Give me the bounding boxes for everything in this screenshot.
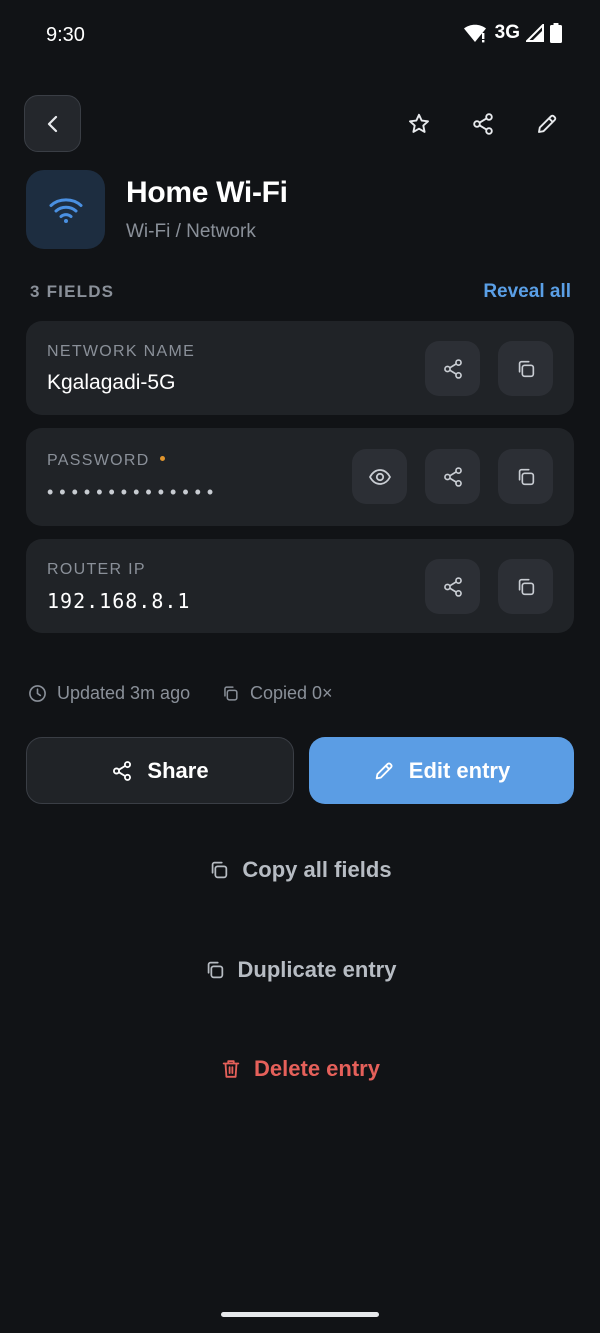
delete-label: Delete entry (254, 1056, 380, 1081)
copy-all-button[interactable]: Copy all fields (0, 845, 600, 895)
share-icon (471, 112, 495, 136)
updated-meta: Updated 3m ago (28, 683, 190, 704)
wifi-icon (463, 23, 487, 43)
updated-text: Updated 3m ago (57, 683, 191, 703)
share-icon (111, 760, 133, 782)
fields-count: 3 FIELDS (30, 282, 115, 301)
copied-meta: Copied 0× (221, 683, 333, 704)
field-value[interactable]: 192.168.8.1 (47, 589, 190, 613)
share-field-button[interactable] (425, 341, 480, 396)
eye-icon (368, 465, 392, 489)
share-icon (442, 358, 464, 380)
reveal-all-link[interactable]: Reveal all (483, 281, 571, 303)
reveal-password-button[interactable] (352, 449, 407, 504)
chevron-left-icon (42, 113, 64, 135)
entry-category: Wi-Fi / Network (126, 221, 256, 242)
share-entry-button[interactable] (463, 104, 503, 144)
field-label-text: PASSWORD (47, 452, 150, 469)
field-value-masked[interactable]: •••••••••••••• (47, 482, 219, 503)
edit-label: Edit entry (408, 757, 511, 783)
signal-icon (526, 24, 544, 42)
field-label: NETWORK NAME (47, 343, 196, 360)
entry-icon-tile (26, 170, 105, 249)
field-value[interactable]: Kgalagadi-5G (47, 371, 175, 395)
duplicate-label: Duplicate entry (237, 957, 397, 982)
copy-icon (221, 684, 240, 703)
pencil-icon (373, 760, 395, 782)
share-icon (442, 576, 464, 598)
copy-field-button[interactable] (498, 341, 553, 396)
copy-icon (208, 859, 230, 881)
star-icon (407, 112, 431, 136)
home-indicator[interactable] (221, 1312, 379, 1317)
delete-entry-button[interactable]: Delete entry (0, 1044, 600, 1094)
battery-icon (550, 23, 562, 43)
edit-icon-button[interactable] (527, 104, 567, 144)
share-field-button[interactable] (425, 559, 480, 614)
field-label: ROUTER IP (47, 561, 146, 578)
status-bar: 9:30 3G (0, 0, 600, 72)
clock-icon (28, 684, 47, 703)
share-label: Share (147, 757, 209, 783)
field-label: PASSWORD (47, 452, 165, 470)
share-button[interactable]: Share (26, 737, 294, 804)
copy-icon (515, 358, 537, 380)
entry-title: Home Wi-Fi (126, 176, 288, 209)
network-type: 3G (494, 22, 520, 43)
trash-icon (220, 1058, 242, 1080)
wifi-icon (49, 196, 83, 224)
duplicate-entry-button[interactable]: Duplicate entry (0, 945, 600, 995)
field-card-router-ip: ROUTER IP 192.168.8.1 (26, 539, 574, 633)
copy-field-button[interactable] (498, 559, 553, 614)
favorite-button[interactable] (399, 104, 439, 144)
copied-text: Copied 0× (250, 683, 333, 703)
status-time: 9:30 (46, 24, 85, 46)
share-field-button[interactable] (425, 449, 480, 504)
copy-field-button[interactable] (498, 449, 553, 504)
field-card-password: PASSWORD •••••••••••••• (26, 428, 574, 526)
share-icon (442, 466, 464, 488)
edit-entry-button[interactable]: Edit entry (309, 737, 574, 804)
field-card-network-name: NETWORK NAME Kgalagadi-5G (26, 321, 574, 415)
copy-icon (515, 466, 537, 488)
copy-all-label: Copy all fields (242, 857, 392, 882)
copy-icon (515, 576, 537, 598)
duplicate-icon (204, 959, 226, 981)
required-indicator (159, 456, 165, 462)
status-icons: 3G (463, 22, 562, 44)
back-button[interactable] (24, 95, 81, 152)
pencil-icon (535, 112, 559, 136)
